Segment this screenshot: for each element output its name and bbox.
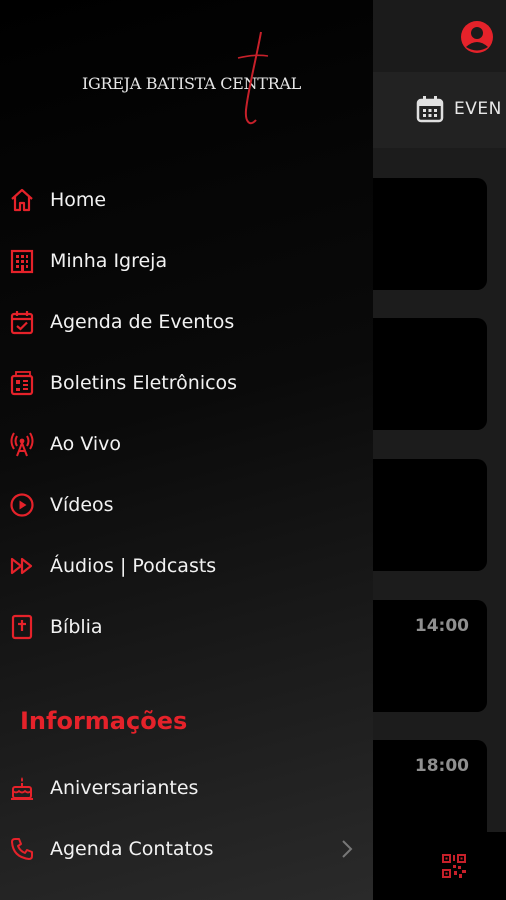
qr-code-icon[interactable]: [441, 853, 467, 879]
menu-item-agenda-eventos[interactable]: Agenda de Eventos: [0, 298, 373, 346]
fast-forward-icon: [10, 557, 33, 575]
menu-item-label: Ao Vivo: [50, 433, 122, 455]
calendar-icon: [416, 96, 444, 123]
menu-item-audios[interactable]: Áudios | Podcasts: [0, 542, 373, 590]
menu-item-aniversariantes[interactable]: Aniversariantes: [0, 764, 373, 812]
menu-item-label: Agenda Contatos: [50, 838, 214, 860]
bible-icon: [11, 614, 33, 640]
event-time: 14:00: [414, 616, 469, 636]
event-time: 18:00: [414, 756, 469, 776]
bulletin-icon: [10, 371, 34, 396]
menu-item-biblia[interactable]: Bíblia: [0, 603, 373, 651]
menu-item-videos[interactable]: Vídeos: [0, 481, 373, 529]
cake-icon: [11, 777, 33, 800]
menu-item-home[interactable]: Home: [0, 176, 373, 224]
phone-icon: [11, 838, 33, 860]
section-title-informacoes: Informações: [20, 707, 188, 735]
home-icon: [11, 188, 33, 212]
menu-item-agenda-contatos[interactable]: Agenda Contatos: [0, 825, 373, 873]
broadcast-icon: [10, 432, 34, 457]
menu-item-label: Boletins Eletrônicos: [50, 372, 238, 394]
church-logo: IGREJA BATISTA CENTRAL: [82, 30, 302, 130]
menu-item-boletins[interactable]: Boletins Eletrônicos: [0, 359, 373, 407]
menu-item-label: Vídeos: [50, 494, 114, 516]
chevron-right-icon: [342, 840, 353, 858]
menu-item-label: Áudios | Podcasts: [50, 555, 217, 577]
user-account-icon[interactable]: [460, 20, 494, 54]
menu-item-minha-igreja[interactable]: Minha Igreja: [0, 237, 373, 285]
menu-item-label: Aniversariantes: [50, 777, 199, 799]
navigation-drawer: IGREJA BATISTA CENTRAL Home Minha Igreja…: [0, 0, 373, 900]
cross-t-icon: [237, 31, 269, 125]
menu-item-label: Agenda de Eventos: [50, 311, 235, 333]
menu-item-ao-vivo[interactable]: Ao Vivo: [0, 420, 373, 468]
building-icon: [10, 249, 34, 274]
tab-events[interactable]: EVEN: [416, 95, 502, 123]
play-circle-icon: [10, 493, 34, 517]
menu-item-label: Bíblia: [50, 616, 103, 638]
menu-item-label: Minha Igreja: [50, 250, 168, 272]
bottom-bar: [360, 832, 506, 900]
menu-item-label: Home: [50, 189, 107, 211]
tab-events-label: EVEN: [454, 99, 502, 119]
calendar-check-icon: [10, 311, 34, 335]
